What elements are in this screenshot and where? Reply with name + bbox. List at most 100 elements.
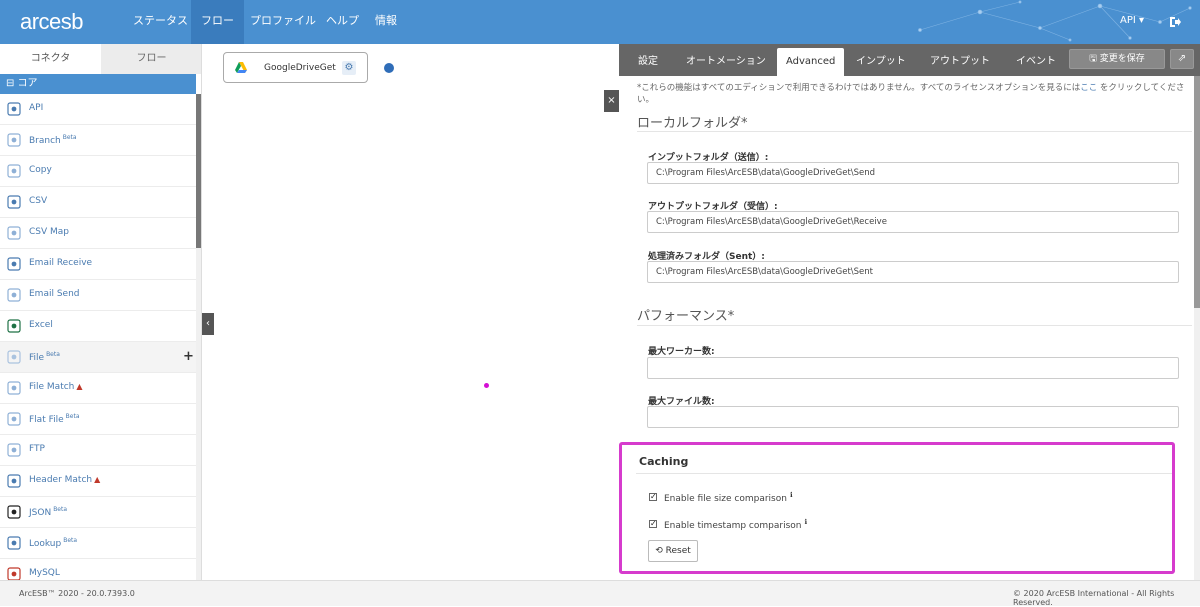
info-icon[interactable]: ℹ (804, 518, 807, 526)
reset-button[interactable]: ⟲ Reset (648, 540, 698, 562)
api-icon (7, 102, 21, 116)
timestamp-label: Enable timestamp comparison ℹ (664, 518, 808, 531)
node-output-port[interactable] (384, 63, 394, 73)
network-decoration (918, 0, 1192, 42)
connector-item[interactable]: JSON Beta (0, 497, 196, 528)
connector-label: Header Match (29, 475, 93, 485)
ftp-icon (7, 443, 21, 457)
beta-badge: Beta (65, 413, 80, 420)
copyright-text: © 2020 ArcESB International - All Rights… (1013, 589, 1175, 607)
connector-item[interactable]: Branch Beta (0, 125, 196, 156)
add-connector-icon[interactable]: + (183, 349, 194, 364)
file-icon (7, 350, 21, 364)
performance-title: パフォーマンス* (637, 309, 735, 324)
nav-info[interactable]: 情報 (365, 0, 407, 44)
version-text: ArcESB™ 2020 - 20.0.7393.0 (19, 589, 135, 598)
connector-item[interactable]: Header Match ▲ (0, 466, 196, 497)
connector-list: API Branch Beta Copy CSV CSV Map Email Receive… (0, 94, 196, 580)
email-receive-icon (7, 257, 21, 271)
save-changes-button[interactable]: 🖫 変更を保存 (1069, 49, 1165, 69)
tab-connectors[interactable]: コネクタ (0, 44, 101, 74)
excel-icon (7, 319, 21, 333)
connector-item[interactable]: MySQL (0, 559, 196, 580)
connector-item[interactable]: CSV (0, 187, 196, 218)
nav-profile[interactable]: プロファイル (240, 0, 326, 44)
header-match-icon (7, 474, 21, 488)
connector-item[interactable]: FTP (0, 435, 196, 466)
api-menu[interactable]: API ▾ (1120, 0, 1144, 44)
nav-status[interactable]: ステータス (123, 0, 198, 44)
info-icon[interactable]: ℹ (790, 491, 793, 499)
nav-help[interactable]: ヘルプ (316, 0, 369, 44)
beta-badge: Beta (53, 506, 68, 513)
tab-settings[interactable]: 設定 (629, 48, 667, 76)
logout-icon[interactable] (1168, 15, 1182, 29)
warning-icon: ▲ (94, 475, 101, 484)
beta-badge: Beta (46, 351, 60, 358)
flat-file-icon (7, 412, 21, 426)
panel-scroll-thumb[interactable] (1194, 76, 1200, 308)
timestamp-checkbox[interactable]: ✓ (649, 520, 657, 528)
connector-label: Flat File (29, 415, 64, 425)
mysql-icon (7, 567, 21, 580)
connector-item[interactable]: Email Receive (0, 249, 196, 280)
beta-badge: Beta (63, 537, 78, 544)
tab-output[interactable]: アウトプット (921, 48, 999, 76)
divider (637, 325, 1192, 326)
file-size-checkbox[interactable]: ✓ (649, 493, 657, 501)
connector-label: Excel (29, 320, 53, 330)
license-link[interactable]: ここ (1080, 83, 1097, 93)
tab-input[interactable]: インプット (847, 48, 915, 76)
branch-icon (7, 133, 21, 147)
connector-item[interactable]: Copy (0, 156, 196, 187)
node-label: GoogleDriveGet (264, 63, 336, 73)
file-size-label: Enable file size comparison ℹ (664, 491, 793, 504)
gear-icon[interactable]: ⚙ (342, 61, 356, 75)
panel-tabs: 設定 オートメーション Advanced インプット アウトプット イベント 🖫… (619, 44, 1200, 76)
connector-item[interactable]: File Beta + (0, 342, 196, 373)
connector-item[interactable]: File Match ▲ (0, 373, 196, 404)
tab-advanced[interactable]: Advanced (777, 48, 845, 76)
collapse-sidebar-button[interactable]: ‹ (202, 313, 214, 335)
connector-item[interactable]: API (0, 94, 196, 125)
connector-label: File (29, 353, 45, 363)
cursor-marker (484, 383, 489, 388)
connector-settings-panel: 設定 オートメーション Advanced インプット アウトプット イベント 🖫… (619, 44, 1200, 580)
tab-events[interactable]: イベント (1007, 48, 1065, 76)
input-folder-field[interactable]: C:\Program Files\ArcESB\data\GoogleDrive… (647, 162, 1179, 184)
connector-item[interactable]: Lookup Beta (0, 528, 196, 559)
connector-label: Email Send (29, 289, 80, 299)
output-folder-field[interactable]: C:\Program Files\ArcESB\data\GoogleDrive… (647, 211, 1179, 233)
open-external-icon[interactable]: ⇗ (1170, 49, 1194, 69)
core-section-header[interactable]: ⊟ コア (0, 74, 196, 94)
tab-automation[interactable]: オートメーション (677, 48, 775, 76)
email-send-icon (7, 288, 21, 302)
csv-map-icon (7, 226, 21, 240)
divider (637, 131, 1192, 132)
local-folders-title: ローカルフォルダ* (637, 116, 748, 131)
connector-item[interactable]: Flat File Beta (0, 404, 196, 435)
connector-label: FTP (29, 444, 45, 454)
connector-item[interactable]: CSV Map (0, 218, 196, 249)
flow-node-googledriveget[interactable]: GoogleDriveGet ⚙ (223, 52, 394, 83)
arcesb-logo[interactable]: arcesb (20, 9, 84, 35)
connector-sidebar: コネクタ フロー ⊟ コア API Branch Beta Copy CSV CSV Ma… (0, 44, 202, 580)
connector-label: MySQL (29, 568, 60, 578)
tab-flows[interactable]: フロー (101, 44, 201, 74)
connector-label: Email Receive (29, 258, 93, 268)
connector-item[interactable]: Excel (0, 311, 196, 342)
lookup-icon (7, 536, 21, 550)
max-workers-field[interactable] (647, 357, 1179, 379)
connector-item[interactable]: Email Send (0, 280, 196, 311)
connector-label: API (29, 103, 44, 113)
json-icon (7, 505, 21, 519)
close-panel-button[interactable]: × (604, 90, 619, 112)
csv-icon (7, 195, 21, 209)
nav-flow[interactable]: フロー (191, 0, 244, 44)
sent-folder-field[interactable]: C:\Program Files\ArcESB\data\GoogleDrive… (647, 261, 1179, 283)
max-files-field[interactable] (647, 406, 1179, 428)
footer: ArcESB™ 2020 - 20.0.7393.0 © 2020 ArcESB… (0, 580, 1200, 607)
divider (636, 473, 1172, 474)
flow-canvas[interactable]: GoogleDriveGet ⚙ ‹ × (202, 44, 619, 580)
file-match-icon (7, 381, 21, 395)
